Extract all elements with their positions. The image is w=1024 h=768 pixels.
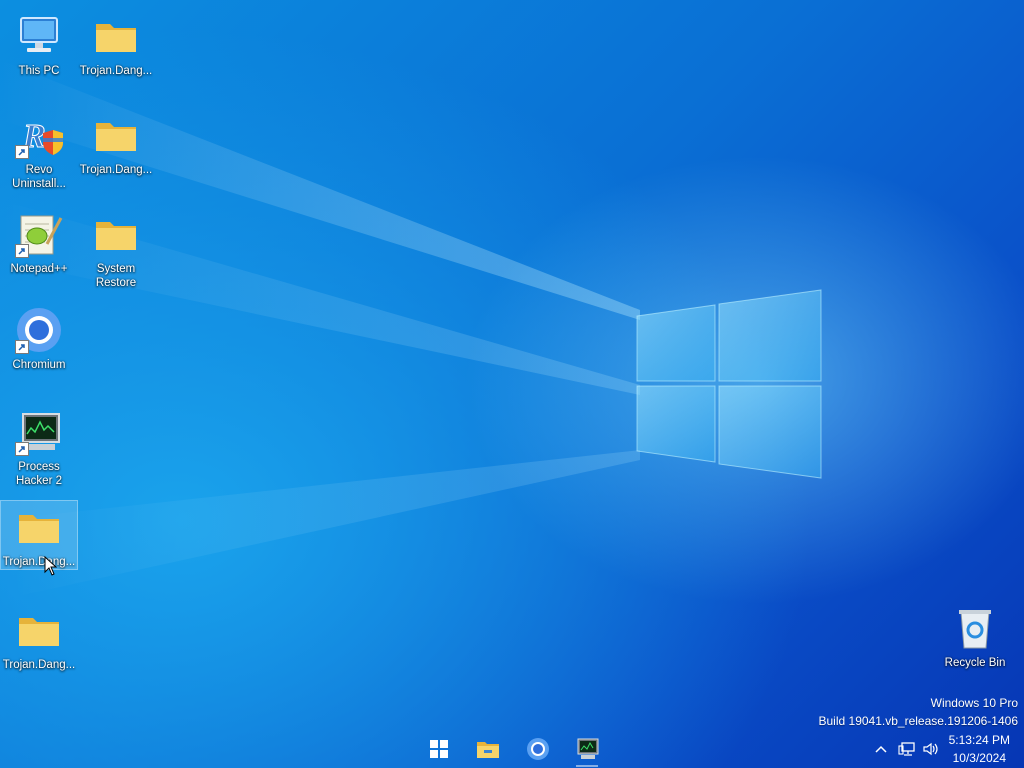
process-hacker-icon (577, 738, 599, 759)
desktop-icon-system-restore[interactable]: System Restore (78, 202, 154, 294)
tray-overflow-button[interactable] (874, 730, 888, 768)
desktop-icon-label: Trojan.Dang... (79, 164, 153, 176)
notepad-plus-plus-icon (15, 210, 63, 258)
shortcut-arrow-icon (15, 340, 29, 354)
computer-icon (15, 12, 63, 60)
desktop-icon-revo-uninstaller[interactable]: R Revo Uninstall... (1, 103, 77, 195)
process-hacker-icon (15, 408, 63, 456)
folder-icon (15, 503, 63, 551)
desktop-icon-trojan-folder[interactable]: Trojan.Dang... (78, 4, 154, 96)
folder-icon (92, 210, 140, 258)
clock-time: 5:13:24 PM (948, 733, 1010, 747)
taskbar-clock[interactable]: 5:13:24 PM 10/3/2024 (949, 731, 1010, 767)
chromium-icon (15, 306, 63, 354)
desktop-icon-trojan-folder-selected[interactable]: Trojan.Dang... (0, 500, 78, 570)
taskbar: 5:13:24 PM 10/3/2024 (0, 730, 1024, 768)
windows-watermark: Windows 10 Pro Build 19041.vb_release.19… (819, 694, 1019, 730)
desktop-icon-recycle-bin[interactable]: Recycle Bin (937, 596, 1013, 688)
volume-button[interactable] (922, 730, 940, 768)
windows-build-text: Build 19041.vb_release.191206-1406 (818, 714, 1019, 728)
desktop-icon-label: Trojan.Dang... (2, 556, 76, 568)
folder-icon (92, 111, 140, 159)
desktop-icon-trojan-folder[interactable]: Trojan.Dang... (1, 598, 77, 690)
taskbar-process-hacker[interactable] (568, 734, 606, 767)
network-button[interactable] (898, 730, 916, 768)
desktop-icon-label: Revo Uninstall... (12, 164, 66, 190)
windows-edition-text: Windows 10 Pro (930, 696, 1018, 710)
taskbar-chromium[interactable] (519, 734, 557, 764)
desktop-icon-trojan-folder[interactable]: Trojan.Dang... (78, 103, 154, 195)
desktop-icon-process-hacker[interactable]: Process Hacker 2 (1, 400, 77, 492)
revo-uninstaller-icon: R (15, 111, 63, 159)
desktop-icon-label: This PC (18, 65, 60, 77)
recycle-bin-icon (951, 604, 999, 652)
desktop-icon-label: Trojan.Dang... (79, 65, 153, 77)
network-icon (898, 742, 915, 756)
desktop-icon-label: Notepad++ (10, 263, 68, 275)
start-button[interactable] (420, 734, 458, 764)
desktop[interactable]: This PC Trojan.Dang... R Revo Uninstall.… (0, 0, 1024, 768)
folder-icon (15, 606, 63, 654)
desktop-icon-label: Chromium (12, 359, 66, 371)
taskbar-file-explorer[interactable] (469, 734, 507, 764)
shortcut-arrow-icon (15, 145, 29, 159)
file-explorer-icon (477, 742, 499, 758)
clock-date: 10/3/2024 (952, 751, 1006, 765)
start-icon (430, 740, 448, 758)
chromium-icon (527, 738, 549, 760)
desktop-icon-chromium[interactable]: Chromium (1, 298, 77, 390)
volume-icon (923, 742, 938, 756)
desktop-icon-label: Recycle Bin (944, 657, 1006, 669)
chevron-up-icon (875, 745, 887, 753)
desktop-icon-label: Trojan.Dang... (2, 659, 76, 671)
desktop-icon-this-pc[interactable]: This PC (1, 4, 77, 96)
desktop-icon-notepad-plus-plus[interactable]: Notepad++ (1, 202, 77, 294)
shortcut-arrow-icon (15, 442, 29, 456)
folder-icon (92, 12, 140, 60)
desktop-icon-label: System Restore (95, 263, 137, 289)
desktop-icon-label: Process Hacker 2 (15, 461, 63, 487)
mouse-cursor-icon (44, 556, 58, 576)
shortcut-arrow-icon (15, 244, 29, 258)
